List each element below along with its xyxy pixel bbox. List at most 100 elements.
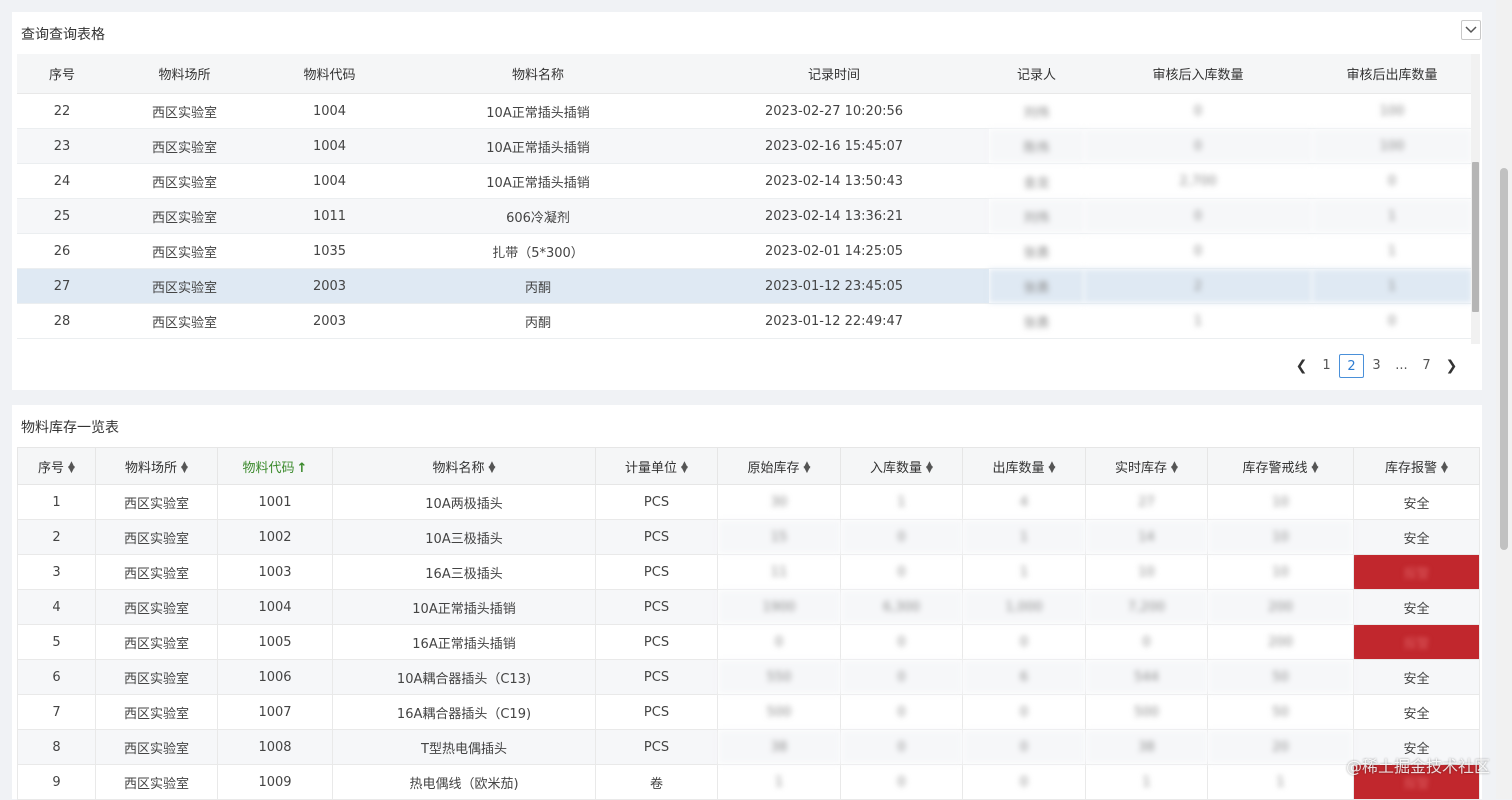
cell-in-qty: 0 [1084,128,1312,164]
cell-seq: 5 [17,624,96,660]
column-header[interactable]: 记录人 [989,54,1084,94]
cell-name: 10A三极插头 [332,519,596,555]
table-row[interactable]: 27 西区实验室 2003 丙酮 2023-01-12 23:45:05 张勇 2 1 [17,268,1472,304]
table-row[interactable]: 26 西区实验室 1035 扎带（5*300） 2023-02-01 14:25:05 张… [17,233,1472,269]
column-header[interactable]: 实时库存 ▲ ▼ [1085,447,1208,485]
cell-place: 西区实验室 [95,484,218,520]
column-header[interactable]: 序号 [17,54,107,94]
page-scrollbar[interactable] [1496,0,1512,799]
cell-time: 2023-01-12 23:45:05 [679,268,989,304]
column-header[interactable]: 审核后出库数量 [1312,54,1472,94]
table-row[interactable]: 23 西区实验室 1004 10A正常插头插销 2023-02-16 15:45:07 陈… [17,128,1472,164]
page-button-3[interactable]: 3 [1364,354,1389,378]
column-header[interactable]: 审核后入库数量 [1084,54,1312,94]
cell-real: 1 [1085,764,1208,800]
collapse-button[interactable] [1461,20,1481,40]
page-ellipsis[interactable]: ... [1389,354,1414,378]
query-table-scrollbar-thumb[interactable] [1472,162,1479,312]
sort-icon[interactable]: ▲ ▼ [681,461,688,475]
column-header-label: 物料场所 [125,460,178,476]
query-table-scrollbar[interactable] [1471,54,1480,344]
column-header[interactable]: 物料场所 ▲ ▼ [95,447,218,485]
table-row[interactable]: 4 西区实验室 1004 10A正常插头插销 PCS 1900 6,300 1,000 7,20… [17,589,1480,625]
sort-icon[interactable]: ▲ ▼ [489,461,496,475]
sort-icon[interactable]: ▲ ▼ [1049,461,1056,475]
column-header[interactable]: 库存报警 ▲ ▼ [1353,447,1480,485]
cell-warn: 50 [1207,694,1354,730]
alarm-label: 报警 [1403,776,1430,792]
sort-icon[interactable]: ▲ ▼ [68,461,75,475]
column-header[interactable]: 物料场所 [107,54,262,94]
table-row[interactable]: 24 西区实验室 1004 10A正常插头插销 2023-02-14 13:50:43 金… [17,163,1472,199]
column-header[interactable]: 入库数量 ▲ ▼ [840,447,963,485]
cell-seq: 8 [17,729,96,765]
table-row[interactable]: 7 西区实验室 1007 16A耦合器插头（C19) PCS 500 0 0 500 50 安全 [17,694,1480,730]
table-row[interactable]: 5 西区实验室 1005 16A正常插头插销 PCS 0 0 0 0 200 报警 [17,624,1480,660]
cell-real: 500 [1085,694,1208,730]
cell-out-qty: 100 [1312,93,1472,129]
cell-in-qty: 0 [1084,198,1312,234]
page-button-2[interactable]: 2 [1339,354,1364,378]
next-page-button[interactable]: ❯ [1439,354,1464,378]
cell-out: 0 [962,764,1086,800]
sort-ascending-icon[interactable]: ↑ [297,461,308,476]
table-row[interactable]: 9 西区实验室 1009 热电偶线（欧米茄) 卷 1 0 0 1 1 报警 [17,764,1480,800]
chevron-down-icon [1465,26,1477,34]
sort-icon[interactable]: ▲ ▼ [926,461,933,475]
cell-real: 38 [1085,729,1208,765]
column-header[interactable]: 物料名称 [397,54,679,94]
page-scrollbar-thumb[interactable] [1500,168,1508,550]
cell-place: 西区实验室 [107,233,262,269]
cell-out-qty: 1 [1312,268,1472,304]
cell-in-qty: 0 [1084,233,1312,269]
column-header[interactable]: 物料名称 ▲ ▼ [332,447,596,485]
table-row[interactable]: 28 西区实验室 2003 丙酮 2023-01-12 22:49:47 张勇 1 0 [17,303,1472,339]
cell-seq: 28 [17,303,107,339]
column-header[interactable]: 记录时间 [679,54,989,94]
prev-page-button[interactable]: ❮ [1289,354,1314,378]
cell-unit: PCS [595,589,718,625]
column-header-label: 物料代码 [242,460,295,476]
sort-icon[interactable]: ▲ ▼ [1312,461,1319,475]
column-header-label: 入库数量 [870,460,923,476]
cell-in: 1 [840,484,963,520]
cell-code: 1003 [217,554,333,590]
column-header[interactable]: 原始库存 ▲ ▼ [717,447,841,485]
sort-icon[interactable]: ▲ ▼ [1171,461,1178,475]
sort-icon[interactable]: ▲ ▼ [1441,461,1448,475]
table-row[interactable]: 6 西区实验室 1006 10A耦合器插头（C13) PCS 550 0 6 544 50 安全 [17,659,1480,695]
column-header[interactable]: 序号 ▲ ▼ [17,447,96,485]
table-row[interactable]: 3 西区实验室 1003 16A三极插头 PCS 11 0 1 10 10 报警 [17,554,1480,590]
cell-place: 西区实验室 [107,163,262,199]
cell-code: 2003 [262,268,397,304]
table-row[interactable]: 22 西区实验室 1004 10A正常插头插销 2023-02-27 10:20:56 刘… [17,93,1472,129]
cell-in: 0 [840,729,963,765]
table-row[interactable]: 25 西区实验室 1011 606冷凝剂 2023-02-14 13:36:21 刘伟 0 1 [17,198,1472,234]
cell-seq: 25 [17,198,107,234]
page-button-1[interactable]: 1 [1314,354,1339,378]
cell-code: 1004 [262,93,397,129]
column-header[interactable]: 库存警戒线 ▲ ▼ [1207,447,1354,485]
cell-code: 1005 [217,624,333,660]
table-row[interactable]: 8 西区实验室 1008 T型热电偶插头 PCS 38 0 0 38 20 安全 [17,729,1480,765]
table-row[interactable]: 1 西区实验室 1001 10A两极插头 PCS 30 1 4 27 10 安全 [17,484,1480,520]
sort-icon[interactable]: ▲ ▼ [804,461,811,475]
cell-out: 1 [962,519,1086,555]
table-row[interactable]: 2 西区实验室 1002 10A三极插头 PCS 15 0 1 14 10 安全 [17,519,1480,555]
cell-in-qty: 2 [1084,268,1312,304]
page-button-7[interactable]: 7 [1414,354,1439,378]
column-header[interactable]: 物料代码 ↑ [217,447,333,485]
column-header[interactable]: 物料代码 [262,54,397,94]
column-header[interactable]: 出库数量 ▲ ▼ [962,447,1086,485]
cell-in-qty: 0 [1084,93,1312,129]
cell-warn: 200 [1207,589,1354,625]
cell-name: 10A耦合器插头（C13) [332,659,596,695]
sort-icon[interactable]: ▲ ▼ [181,461,188,475]
cell-code: 1007 [217,694,333,730]
cell-code: 1009 [217,764,333,800]
cell-warn: 20 [1207,729,1354,765]
query-table: 序号 物料场所 物料代码 物料名称 记录时间 记录人 审核后入库数量 审核后出库… [17,54,1472,339]
cell-seq: 6 [17,659,96,695]
column-header[interactable]: 计量单位 ▲ ▼ [595,447,718,485]
cell-orig: 500 [717,694,841,730]
